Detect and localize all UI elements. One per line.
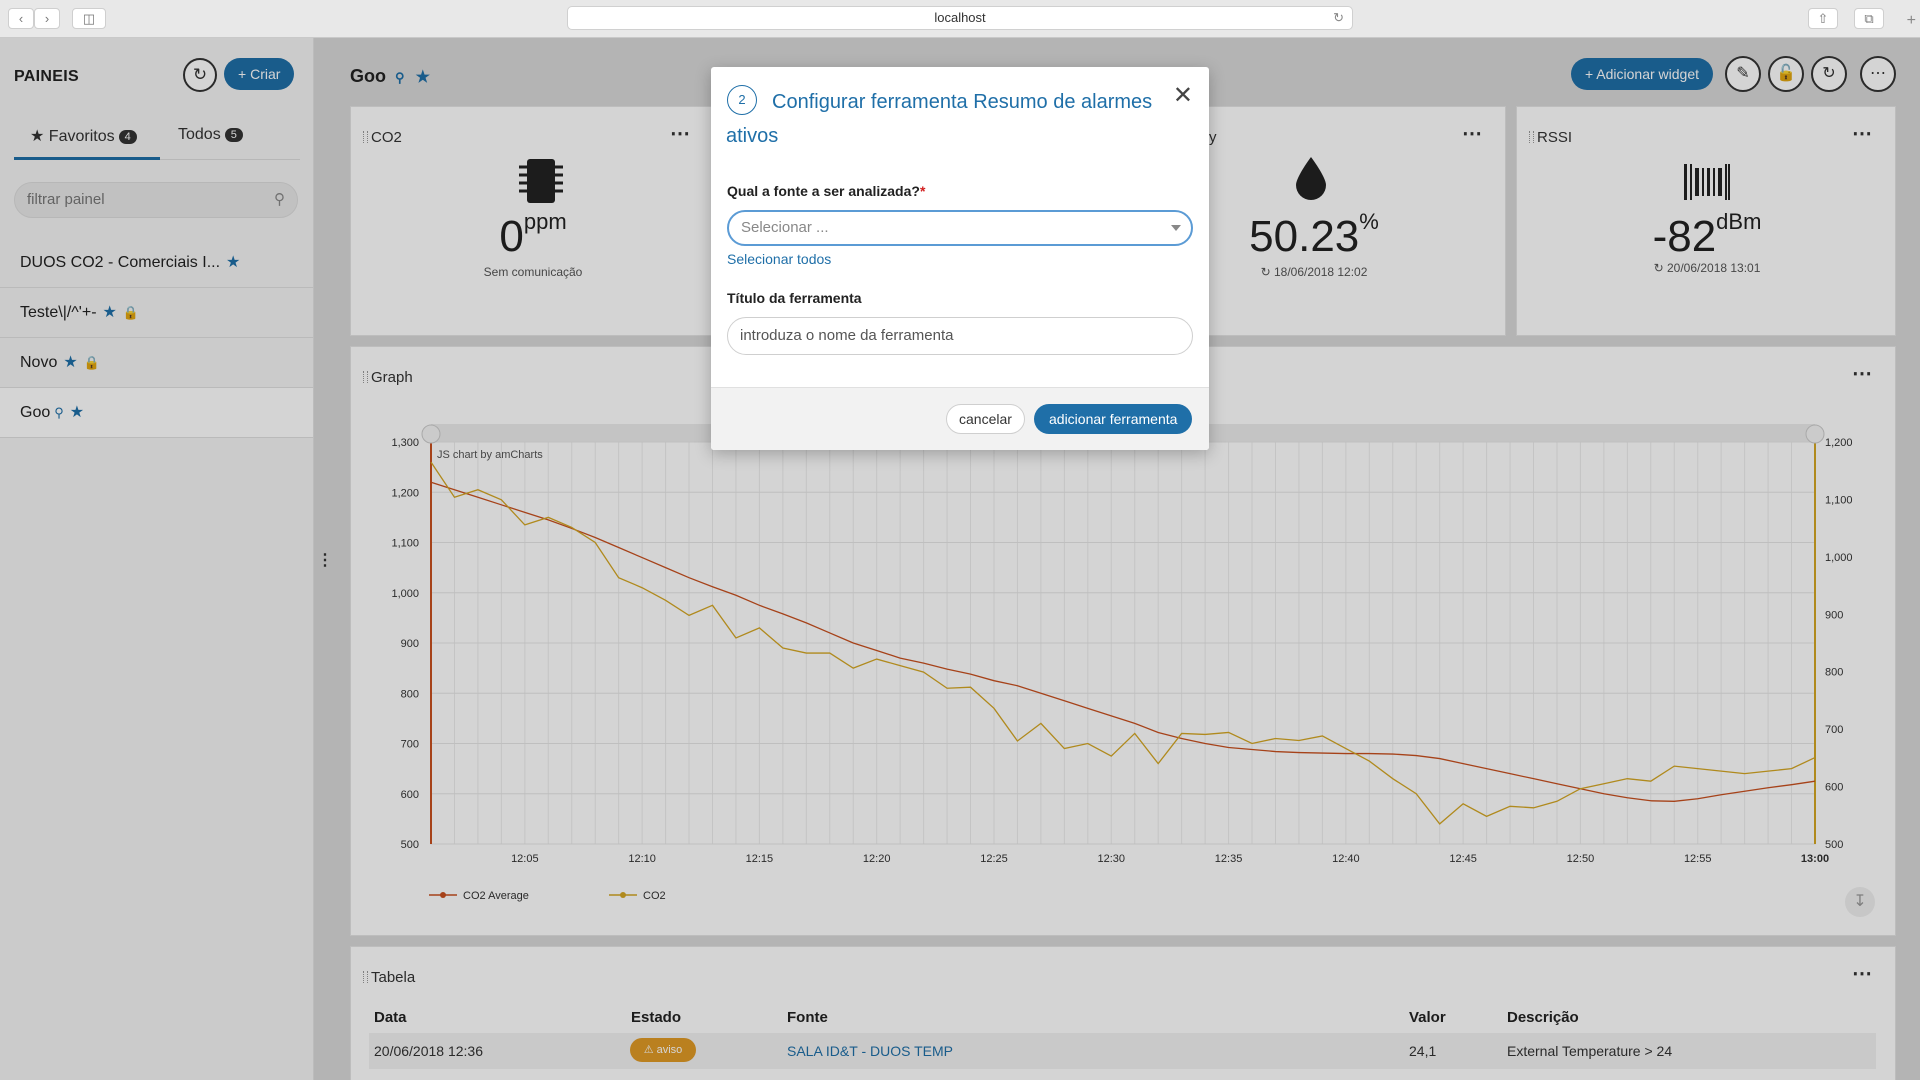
modal-footer: cancelar adicionar ferramenta — [711, 387, 1209, 450]
browser-chrome: ‹ › ◫ localhost ↻ ⇧ ⧉ + — [0, 0, 1920, 38]
tabs-icon[interactable]: ⧉ — [1854, 8, 1884, 29]
configure-tool-modal: 2 Configurar ferramenta Resumo de alarme… — [711, 67, 1209, 450]
tool-name-label: Título da ferramenta — [727, 290, 862, 306]
select-all-link[interactable]: Selecionar todos — [727, 251, 831, 267]
required-mark: * — [919, 183, 926, 199]
source-select[interactable]: Selecionar ... — [727, 210, 1193, 246]
sidebar-toggle-icon[interactable]: ◫ — [72, 8, 106, 29]
select-placeholder: Selecionar ... — [741, 219, 829, 236]
tool-name-input[interactable]: introduza o nome da ferramenta — [727, 317, 1193, 355]
close-icon[interactable]: ✕ — [1173, 81, 1193, 110]
cancel-button[interactable]: cancelar — [946, 404, 1025, 434]
source-label: Qual a fonte a ser analizada?* — [727, 183, 925, 199]
address-bar[interactable]: localhost ↻ — [567, 6, 1353, 30]
source-label-text: Qual a fonte a ser analizada? — [727, 183, 920, 199]
forward-button[interactable]: › — [34, 8, 60, 29]
chevron-down-icon — [1171, 225, 1181, 231]
url-text: localhost — [934, 10, 986, 25]
modal-title: Configurar ferramenta Resumo de alarmes … — [726, 91, 1153, 147]
add-tool-button[interactable]: adicionar ferramenta — [1034, 404, 1193, 434]
new-tab-icon[interactable]: + — [1907, 12, 1916, 30]
reload-icon[interactable]: ↻ — [1333, 7, 1344, 29]
tool-name-placeholder: introduza o nome da ferramenta — [740, 327, 954, 344]
back-button[interactable]: ‹ — [8, 8, 34, 29]
share-icon[interactable]: ⇧ — [1808, 8, 1838, 29]
